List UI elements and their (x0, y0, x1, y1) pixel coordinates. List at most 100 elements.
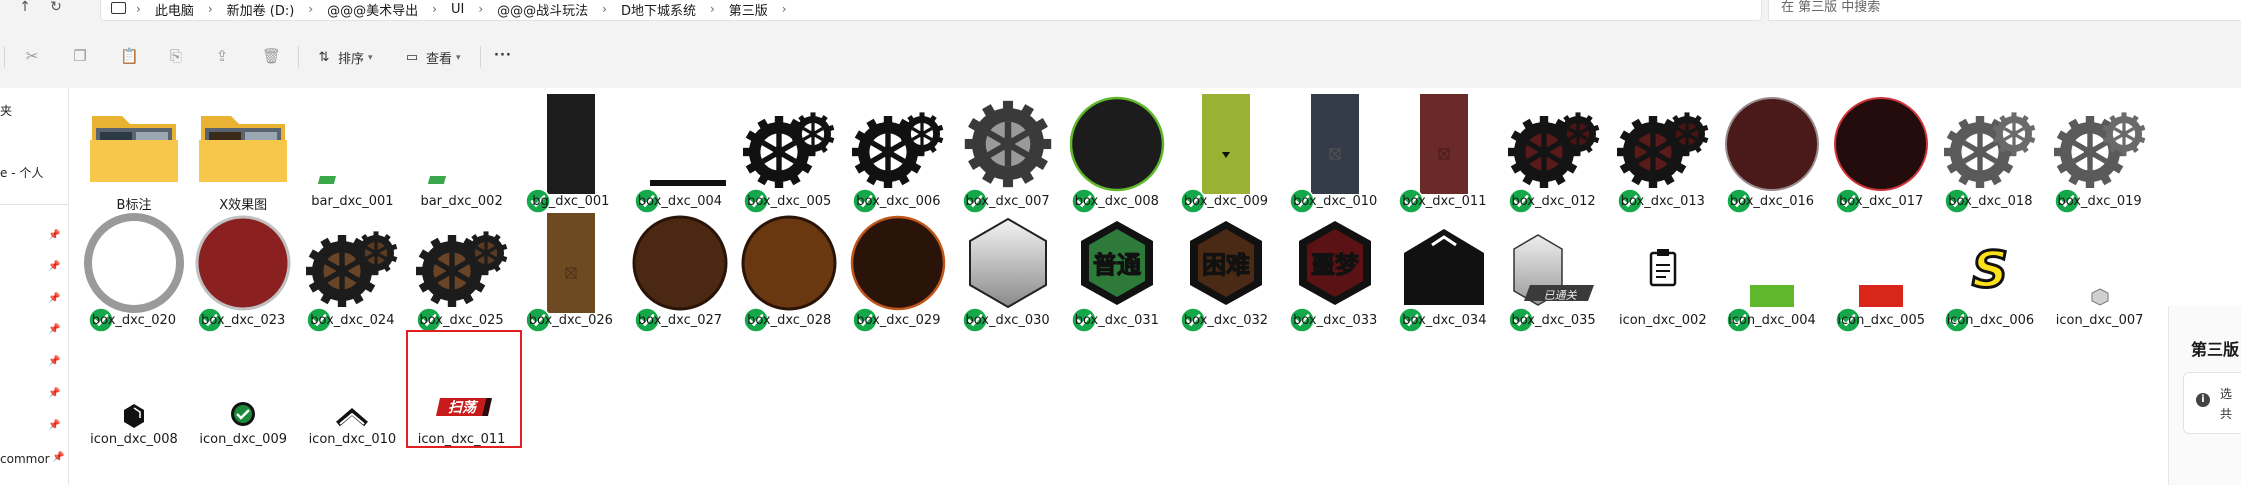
file-name: icon_dxc_004 (1728, 313, 1816, 328)
file-item[interactable]: box_dxc_018 (1940, 94, 2040, 214)
file-item[interactable]: bar_dxc_002 (412, 94, 512, 212)
cut-button[interactable]: ✂ (24, 48, 40, 64)
copy-button[interactable]: ❐ (72, 48, 88, 64)
file-item[interactable]: box_dxc_008 (1067, 94, 1167, 214)
file-item[interactable]: box_dxc_019 (2050, 94, 2150, 214)
file-item[interactable]: 普通 box_dxc_031 (1067, 213, 1167, 333)
file-item[interactable]: icon_dxc_007 (2050, 213, 2150, 331)
file-item[interactable]: box_dxc_020 (84, 213, 184, 333)
file-item[interactable]: box_dxc_028 (739, 213, 839, 333)
file-thumbnail (193, 332, 293, 432)
file-name: box_dxc_007 (965, 194, 1050, 209)
chevron-right-icon: › (136, 2, 141, 16)
file-item[interactable]: box_dxc_004 (630, 94, 730, 214)
file-item[interactable]: bar_dxc_001 (302, 94, 402, 212)
file-item[interactable]: box_dxc_016 (1722, 94, 1822, 214)
nav-divider (0, 204, 68, 205)
file-item[interactable]: box_dxc_012 (1504, 94, 1604, 214)
file-thumbnail: 困难 (1176, 213, 1276, 313)
file-item[interactable]: box_dxc_026 (521, 213, 621, 333)
file-name: bar_dxc_001 (311, 194, 394, 209)
file-item[interactable]: icon_dxc_005 (1831, 213, 1931, 333)
file-item[interactable]: box_dxc_024 (302, 213, 402, 333)
file-item[interactable]: box_dxc_017 (1831, 94, 1931, 214)
breadcrumb-item[interactable]: D地下城系统 (621, 0, 696, 19)
file-item[interactable]: 扫荡 icon_dxc_011 (405, 330, 522, 450)
breadcrumb-item[interactable]: UI (451, 2, 464, 17)
file-name: box_dxc_008 (1074, 194, 1159, 209)
file-item[interactable]: icon_dxc_002 (1613, 213, 1713, 331)
file-thumbnail (302, 332, 402, 432)
file-item[interactable]: box_dxc_027 (630, 213, 730, 333)
breadcrumb-item[interactable]: @@@美术导出 (327, 0, 418, 19)
pin-icon: 📌 (48, 261, 61, 272)
file-thumbnail (2050, 213, 2150, 313)
file-item[interactable]: box_dxc_030 (958, 213, 1058, 333)
file-name: box_dxc_019 (2057, 194, 2142, 209)
file-item[interactable]: box_dxc_009 (1176, 94, 1276, 214)
file-name: box_dxc_016 (1729, 194, 1815, 209)
file-name: box_dxc_017 (1839, 194, 1924, 209)
file-thumbnail (521, 94, 621, 194)
nav-item-personal[interactable]: e - 个人 (0, 164, 43, 181)
file-item[interactable]: Sicon_dxc_006 (1940, 213, 2040, 333)
file-item[interactable]: 已通关 box_dxc_035 (1504, 213, 1604, 333)
nav-item-common[interactable]: commor (0, 452, 50, 466)
file-item[interactable]: box_dxc_034 (1394, 213, 1494, 333)
breadcrumb-item[interactable]: 第三版 (729, 0, 768, 19)
share-button[interactable]: ⇪ (214, 48, 230, 64)
file-item[interactable]: box_dxc_013 (1613, 94, 1713, 214)
sort-button[interactable]: ⇅ 排序 ▾ (316, 48, 373, 68)
file-name: icon_dxc_002 (1618, 313, 1707, 328)
file-thumbnail (412, 213, 512, 313)
file-item[interactable]: icon_dxc_010 (302, 332, 402, 450)
file-item[interactable]: 噩梦 box_dxc_033 (1285, 213, 1385, 333)
file-thumbnail (1285, 94, 1385, 194)
file-thumbnail (958, 213, 1058, 313)
file-item[interactable]: box_dxc_029 (848, 213, 948, 333)
command-bar: ✂ ❐ 📋 ⎘ ⇪ 🗑 ⇅ 排序 ▾ ▭ 查看 ▾ ··· (0, 32, 2241, 82)
view-icon: ▭ (405, 49, 419, 65)
more-button[interactable]: ··· (494, 48, 512, 63)
toolbar-divider (4, 46, 5, 68)
file-thumbnail (521, 213, 621, 313)
rename-button[interactable]: ⎘ (168, 48, 184, 64)
breadcrumb-item[interactable]: 新加卷 (D:) (227, 0, 295, 19)
view-button[interactable]: ▭ 查看 ▾ (404, 48, 461, 68)
file-item[interactable]: B标注 (84, 94, 184, 213)
file-item[interactable]: icon_dxc_008 (84, 332, 184, 450)
up-arrow-icon[interactable]: ↑ (14, 0, 36, 18)
svg-text:已通关: 已通关 (1543, 289, 1577, 302)
file-item[interactable]: 困难 box_dxc_032 (1176, 213, 1276, 333)
nav-item-folder[interactable]: 夹 (0, 102, 12, 119)
file-thumbnail (1067, 94, 1167, 194)
file-thumbnail: S (1940, 213, 2040, 313)
refresh-icon[interactable]: ↻ (45, 0, 67, 18)
address-bar[interactable]: › 此电脑 › 新加卷 (D:) › @@@美术导出 › UI › @@@战斗玩法 › D地下城系统… (100, 0, 1762, 21)
file-item[interactable]: box_dxc_023 (193, 213, 293, 333)
file-item[interactable]: icon_dxc_004 (1722, 213, 1822, 333)
toolbar-divider (480, 46, 481, 68)
file-item[interactable]: bg_dxc_001 (521, 94, 621, 214)
share-icon: ⇪ (215, 47, 229, 65)
pin-icon: 📌 (52, 452, 65, 463)
file-item[interactable]: box_dxc_011 (1394, 94, 1494, 214)
file-thumbnail (1831, 213, 1931, 313)
file-item[interactable]: icon_dxc_009 (193, 332, 293, 450)
breadcrumb-item[interactable]: @@@战斗玩法 (497, 0, 588, 19)
file-item[interactable]: box_dxc_006 (848, 94, 948, 214)
search-input[interactable]: 在 第三版 中搜索 (1768, 0, 2241, 21)
details-line: 选 (2220, 387, 2233, 401)
delete-button[interactable]: 🗑 (262, 48, 281, 64)
paste-button[interactable]: 📋 (120, 48, 139, 64)
file-name: X效果图 (219, 198, 268, 213)
breadcrumb-item[interactable]: 此电脑 (155, 0, 194, 19)
file-item[interactable]: box_dxc_010 (1285, 94, 1385, 214)
file-name: bar_dxc_002 (420, 194, 503, 209)
sort-icon: ⇅ (318, 49, 330, 65)
file-item[interactable]: box_dxc_007 (958, 94, 1058, 214)
file-item[interactable]: box_dxc_005 (739, 94, 839, 214)
file-item[interactable]: box_dxc_025 (412, 213, 512, 333)
file-name: box_dxc_027 (637, 313, 723, 328)
file-item[interactable]: X效果图 (193, 94, 293, 213)
